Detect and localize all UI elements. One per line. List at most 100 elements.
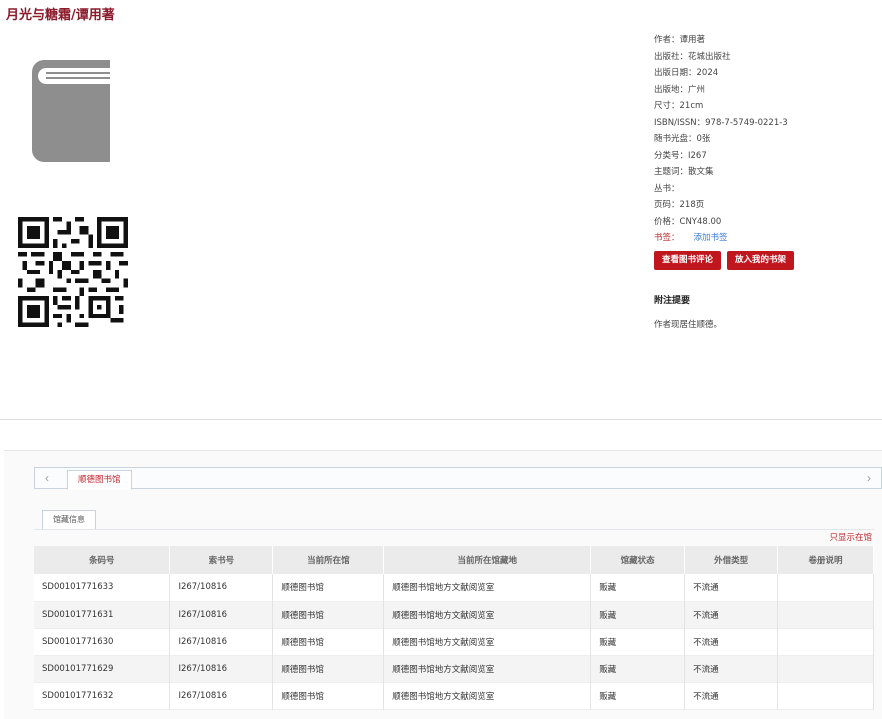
info-label: 价格：	[654, 216, 680, 227]
info-value: 218页	[679, 200, 705, 210]
info-row: 作者：谭用著	[654, 32, 874, 49]
info-value: CNY48.00	[679, 216, 722, 227]
table-cell	[777, 628, 874, 655]
note-text: 作者现居住顺德。	[654, 320, 723, 330]
table-cell: 不流通	[684, 574, 779, 601]
qr-code-icon	[18, 217, 128, 327]
table-cell: SD00101771632	[34, 682, 171, 709]
info-label: 出版地：	[654, 84, 689, 95]
table-cell: 顺德图书馆地方文献阅览室	[383, 574, 592, 601]
info-value: I267	[688, 150, 707, 161]
table-row: SD00101771632 I267/10816 顺德图书馆 顺德图书馆地方文献阅览室…	[34, 682, 874, 709]
table-cell: 顺德图书馆	[272, 601, 385, 628]
table-cell	[777, 655, 874, 682]
table-cell: SD00101771629	[34, 655, 171, 682]
table-cell: I267/10816	[169, 682, 274, 709]
info-row: 出版社：花城出版社	[654, 49, 874, 66]
table-row: SD00101771631 I267/10816 顺德图书馆 顺德图书馆地方文献阅览室…	[34, 601, 874, 628]
info-row: ISBN/ISSN：978-7-5749-0221-3	[654, 115, 874, 132]
book-icon	[32, 60, 112, 162]
table-cell: 贩藏	[590, 628, 686, 655]
table-cell: I267/10816	[169, 655, 274, 682]
table-cell: I267/10816	[169, 628, 274, 655]
table-cell: I267/10816	[169, 601, 274, 628]
info-value: 0张	[696, 134, 711, 144]
note-heading: 附注提要	[654, 296, 691, 306]
tab-holdings-info[interactable]: 馆藏信息	[42, 510, 96, 530]
table-cell: 顺德图书馆地方文献阅览室	[383, 628, 592, 655]
info-row: 丛书：	[654, 181, 874, 198]
info-row: 尺寸：21cm	[654, 98, 874, 115]
table-cell: 不流通	[684, 682, 779, 709]
info-label: 主题词：	[654, 167, 689, 177]
book-title: 月光与糖霜/谭用著	[6, 8, 115, 23]
table-cell: 顺德图书馆	[272, 682, 385, 709]
table-cell: I267/10816	[169, 574, 274, 601]
table-row: SD00101771633 I267/10816 顺德图书馆 顺德图书馆地方文献阅览室…	[34, 574, 874, 601]
info-row: 主题词：散文集	[654, 164, 874, 181]
table-cell: 贩藏	[590, 682, 686, 709]
info-label: 页码：	[654, 200, 680, 210]
info-label: 随书光盘：	[654, 134, 697, 144]
info-value: 广州	[688, 84, 706, 95]
tag-row: 书签： 添加书签	[654, 230, 874, 247]
tag-label: 书签：	[654, 233, 680, 243]
info-value: 花城出版社	[688, 51, 731, 62]
table-cell	[777, 574, 874, 601]
column-header: 当前所在馆藏地	[383, 546, 592, 574]
info-label: 作者：	[654, 35, 680, 45]
table-cell: SD00101771630	[34, 628, 171, 655]
chevron-right-icon[interactable]: ›	[859, 468, 879, 488]
info-label: 出版社：	[654, 51, 689, 62]
table-cell: 顺德图书馆地方文献阅览室	[383, 682, 592, 709]
table-cell: 不流通	[684, 628, 779, 655]
table-header-row: 条码号 索书号 当前所在馆 当前所在馆藏地 馆藏状态 外借类型 卷册说明	[34, 546, 874, 574]
only-show-available-link[interactable]: 只显示在馆	[829, 531, 872, 543]
info-label: 丛书：	[654, 183, 680, 194]
info-label: 分类号：	[654, 150, 689, 161]
holdings-panel: ‹ 顺德图书馆 › 馆藏信息 只显示在馆 条码号 索书号 当前所在馆 当前所在馆藏地馆…	[4, 450, 882, 719]
info-label: ISBN/ISSN：	[654, 117, 706, 128]
holdings-table: 条码号 索书号 当前所在馆 当前所在馆藏地 馆藏状态 外借类型 卷册说明 SD0010177…	[34, 546, 874, 710]
info-value: 21cm	[679, 101, 704, 111]
column-header: 索书号	[169, 546, 274, 574]
sub-tab-line	[34, 529, 874, 530]
table-cell: 顺德图书馆	[272, 628, 385, 655]
table-cell: SD00101771631	[34, 601, 171, 628]
info-row: 价格：CNY48.00	[654, 214, 874, 231]
tab-library[interactable]: 顺德图书馆	[67, 470, 132, 490]
info-row: 出版日期：2024	[654, 65, 874, 82]
table-cell: 贩藏	[590, 574, 686, 601]
column-header: 当前所在馆	[272, 546, 385, 574]
info-row: 出版地：广州	[654, 82, 874, 99]
table-cell: SD00101771633	[34, 574, 171, 601]
info-label: 出版日期：	[654, 68, 697, 78]
table-cell	[777, 601, 874, 628]
table-cell: 不流通	[684, 601, 779, 628]
table-cell: 顺德图书馆	[272, 655, 385, 682]
info-value: 978-7-5749-0221-3	[705, 117, 788, 128]
add-tag-link[interactable]: 添加书签	[694, 233, 728, 243]
info-value: 谭用著	[679, 35, 706, 45]
info-value: 散文集	[688, 167, 714, 177]
info-row: 页码：218页	[654, 197, 874, 214]
chevron-left-icon[interactable]: ‹	[37, 468, 57, 488]
library-tab-bar: ‹ 顺德图书馆 ›	[34, 467, 882, 490]
column-header: 外借类型	[684, 546, 779, 574]
table-cell: 贩藏	[590, 655, 686, 682]
table-cell: 顺德图书馆	[272, 574, 385, 601]
table-row: SD00101771629 I267/10816 顺德图书馆 顺德图书馆地方文献阅览室…	[34, 655, 874, 682]
info-row: 分类号：I267	[654, 148, 874, 165]
book-info: 作者：谭用著 出版社：花城出版社 出版日期：2024 出版地：广州 尺寸：21cm ISB…	[654, 32, 874, 247]
column-header: 馆藏状态	[590, 546, 686, 574]
action-buttons: 查看图书评论 放入我的书架	[654, 251, 795, 270]
column-header: 条码号	[34, 546, 171, 574]
table-cell: 不流通	[684, 655, 779, 682]
table-cell	[777, 682, 874, 709]
info-label: 尺寸：	[654, 101, 680, 111]
view-reviews-button[interactable]: 查看图书评论	[654, 251, 722, 270]
column-header: 卷册说明	[777, 546, 874, 574]
section-divider	[0, 419, 882, 420]
add-to-shelf-button[interactable]: 放入我的书架	[727, 251, 795, 270]
info-row: 随书光盘：0张	[654, 131, 874, 148]
